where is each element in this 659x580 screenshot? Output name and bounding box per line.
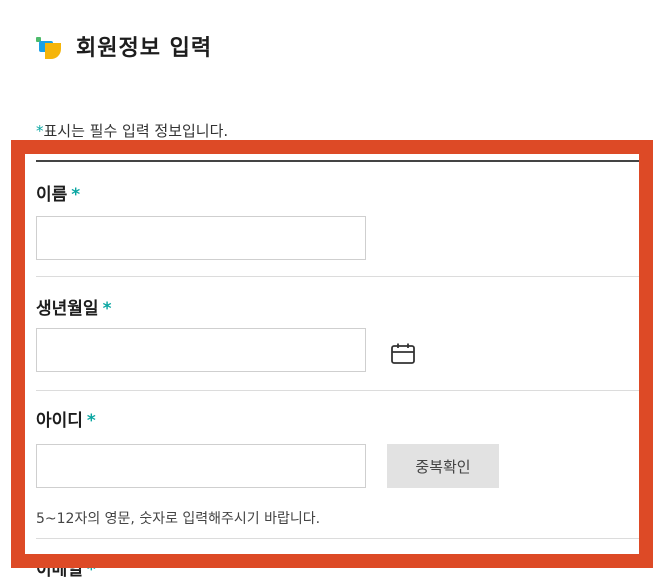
birthdate-input[interactable] (36, 328, 366, 372)
required-note-text: 표시는 필수 입력 정보입니다. (43, 122, 229, 140)
email-label-text: 이메일 (36, 560, 83, 580)
email-label: 이메일 * (36, 555, 96, 580)
name-input[interactable] (36, 216, 366, 260)
user-id-hint: 5~12자의 영문, 숫자로 입력해주시기 바랍니다. (36, 511, 321, 527)
duplicate-check-button[interactable]: 중복확인 (387, 444, 499, 488)
required-fields-note: *표시는 필수 입력 정보입니다. (36, 120, 228, 141)
birthdate-required-star: * (102, 299, 112, 319)
email-required-star: * (86, 560, 96, 580)
name-label: 이름 * (36, 180, 80, 205)
name-label-text: 이름 (36, 185, 68, 205)
form-top-border (36, 160, 652, 162)
birthdate-label: 생년월일 * (36, 294, 111, 319)
section-header: 회원정보 입력 (36, 30, 212, 62)
user-id-input[interactable] (36, 444, 366, 488)
row-divider (36, 538, 652, 539)
birthdate-label-text: 생년월일 (36, 299, 99, 319)
name-required-star: * (71, 185, 81, 205)
calendar-icon[interactable] (390, 343, 416, 365)
user-id-label: 아이디 * (36, 406, 96, 431)
row-divider (36, 390, 652, 391)
brand-bullet-icon (36, 33, 62, 59)
user-id-required-star: * (86, 411, 96, 431)
user-id-label-text: 아이디 (36, 411, 83, 431)
page-title: 회원정보 입력 (76, 36, 213, 61)
required-star: * (36, 122, 44, 140)
row-divider (36, 276, 652, 277)
